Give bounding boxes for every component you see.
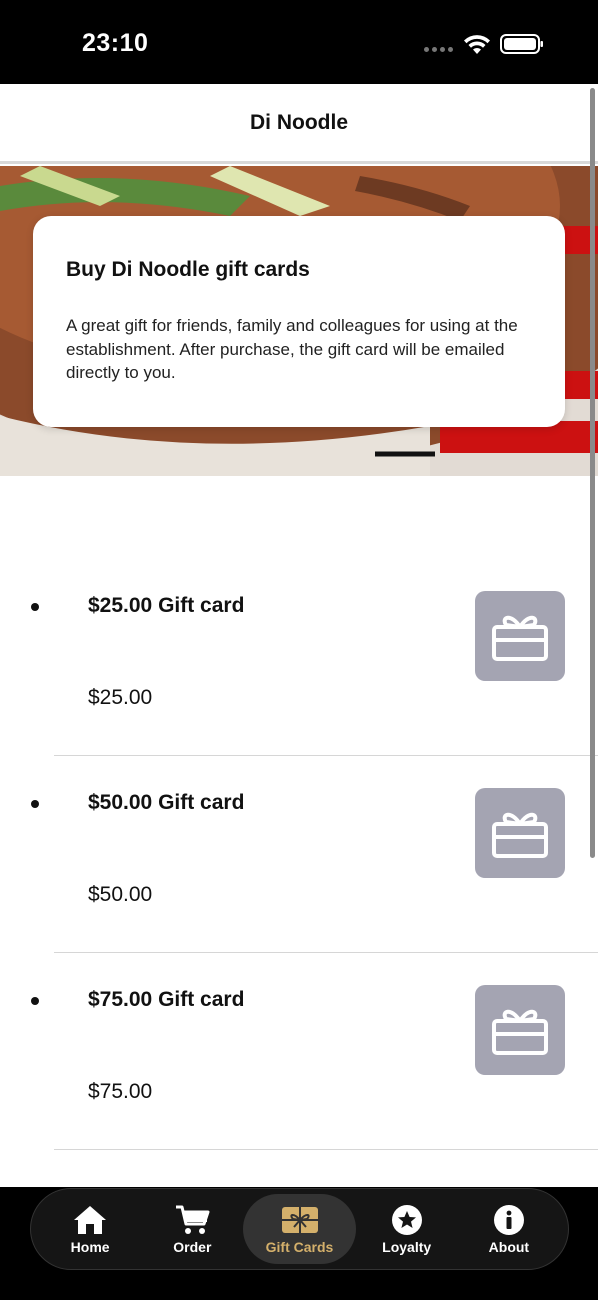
tab-order[interactable]: Order (141, 1194, 243, 1264)
hero-banner: Buy Di Noodle gift cards A great gift fo… (0, 166, 598, 476)
wifi-icon (464, 35, 490, 54)
tab-label: Order (173, 1238, 212, 1255)
tab-home[interactable]: Home (39, 1194, 141, 1264)
list-item[interactable]: $75.00 Gift card $75.00 (0, 894, 598, 1150)
page-title: Di Noodle (250, 110, 348, 134)
tab-loyalty[interactable]: Loyalty (356, 1194, 458, 1264)
status-time: 23:10 (82, 29, 149, 57)
gift-icon (475, 591, 565, 681)
list-bullet (31, 603, 39, 611)
gift-icon (475, 985, 565, 1075)
star-icon (388, 1204, 426, 1236)
battery-icon (500, 34, 543, 54)
tab-about[interactable]: About (458, 1194, 560, 1264)
list-item[interactable]: $50.00 Gift card $50.00 (0, 697, 598, 953)
list-bullet (31, 800, 39, 808)
info-card-description: A great gift for friends, family and col… (66, 316, 518, 382)
scrollbar[interactable] (590, 88, 595, 858)
gift-card-name: $25.00 Gift card (88, 594, 245, 617)
info-icon (490, 1204, 528, 1236)
divider (54, 1149, 598, 1150)
tab-label: Loyalty (382, 1238, 432, 1255)
list-item[interactable]: $25.00 Gift card $25.00 (0, 500, 598, 756)
gift-card-price: $75.00 (88, 1080, 153, 1103)
home-icon (71, 1204, 109, 1236)
gift-card-info-card: Buy Di Noodle gift cards A great gift fo… (33, 216, 565, 427)
gift-card-icon (281, 1204, 319, 1236)
list-bullet (31, 997, 39, 1005)
tab-bar: Home Order Gift Cards Loyalty About (30, 1188, 569, 1270)
gift-card-name: $50.00 Gift card (88, 791, 245, 814)
cellular-signal-icon (424, 47, 453, 52)
tab-label: Gift Cards (265, 1238, 334, 1255)
info-card-title: Buy Di Noodle gift cards (66, 258, 310, 281)
gift-card-name: $75.00 Gift card (88, 988, 245, 1011)
tab-label: About (488, 1238, 530, 1255)
cart-icon (173, 1204, 211, 1236)
app-header: Di Noodle (0, 84, 598, 164)
tab-gift-cards[interactable]: Gift Cards (243, 1194, 356, 1264)
status-bar: 23:10 (0, 0, 598, 84)
tab-label: Home (70, 1238, 110, 1255)
gift-icon (475, 788, 565, 878)
